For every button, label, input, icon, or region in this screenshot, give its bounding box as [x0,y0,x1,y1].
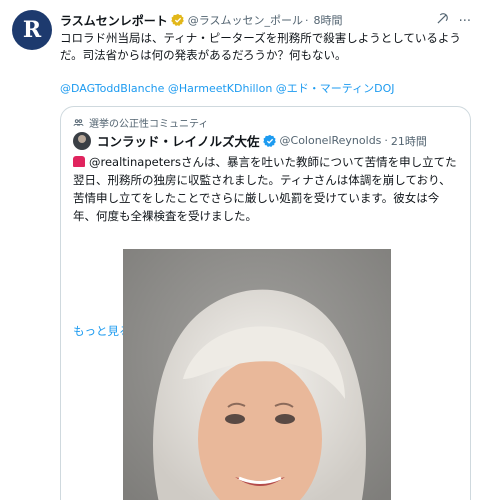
mugshot-image [123,249,391,500]
quote-body-text: @realtinapetersさんは、暴言を吐いた教師について苦情を申し立てた翌… [73,155,457,223]
quote-header: コンラッド・レイノルズ大佐 @ColonelReynolds · 21時間 [73,131,427,150]
community-icon [73,119,84,126]
author-handle[interactable]: @ラスムッセン_ポール [188,12,303,28]
quote-separator: · [384,134,388,147]
verified-gold-badge-icon [170,13,185,27]
community-name: 選挙の公正性コミュニティ [89,119,209,130]
author-avatar[interactable]: R [12,10,52,50]
header-separator: · [305,13,309,27]
quote-author-handle[interactable]: @ColonelReynolds [280,134,382,147]
header-actions: ··· [435,12,471,30]
siren-emoji-icon [73,156,85,167]
quoted-photo-mugshot[interactable] [123,249,391,500]
quote-body: @realtinapetersさんは、暴言を吐いた教師について苦情を申し立てた翌… [73,153,460,225]
more-options-icon[interactable]: ··· [459,14,471,29]
quote-author-name[interactable]: コンラッド・レイノルズ大佐 [97,131,260,150]
verified-blue-badge-icon [262,134,277,148]
show-more-link[interactable]: もっと見る [73,323,131,339]
quote-author-avatar[interactable] [73,131,91,150]
tweet-header: ラスムセンレポート @ラスムッセン_ポール · 8時間 ··· [60,10,471,30]
tweet-time[interactable]: 8時間 [314,12,343,28]
community-label[interactable]: 選挙の公正性コミュニティ [73,115,208,130]
quote-time[interactable]: 21時間 [391,133,427,149]
grok-icon[interactable] [435,12,449,30]
tweet-mentions-links[interactable]: @DAGToddBlanche @HarmeetKDhillon @エド・マーテ… [60,80,469,96]
author-name[interactable]: ラスムセンレポート [60,12,168,29]
tweet-body-text: コロラド州当局は、ティナ・ピーターズを刑務所で殺害しようとしているようだ。司法省… [60,31,461,62]
quoted-tweet-card[interactable]: 選挙の公正性コミュニティ コンラッド・レイノルズ大佐 @ColonelReyno… [60,106,471,500]
